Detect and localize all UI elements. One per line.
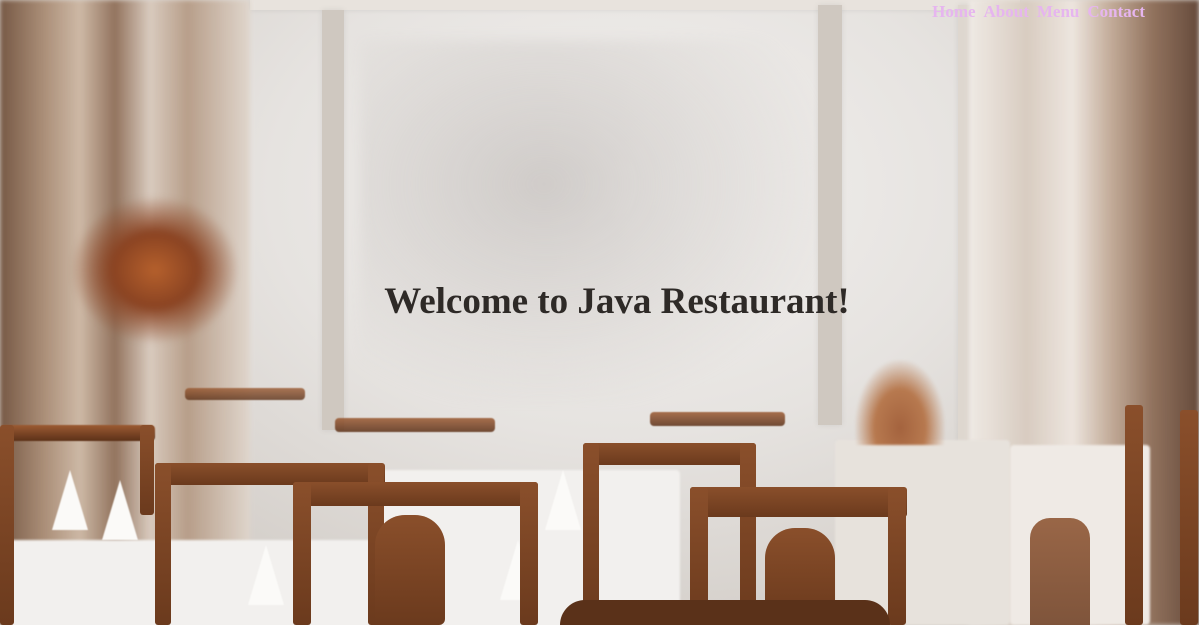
nav-link-menu[interactable]: Menu xyxy=(1037,2,1080,22)
table-right xyxy=(835,440,1010,625)
chair-left-leg xyxy=(0,425,14,625)
chair-right xyxy=(1125,405,1143,625)
napkin xyxy=(52,470,88,530)
napkin xyxy=(545,470,581,530)
chair-splat xyxy=(375,515,445,625)
chair-back xyxy=(185,388,305,400)
nav-link-home[interactable]: Home xyxy=(932,2,975,22)
chair-leg xyxy=(293,482,311,625)
chair-right xyxy=(1180,410,1198,625)
chair-left-leg xyxy=(140,425,154,515)
chair-front-2 xyxy=(293,482,538,506)
chair-front-4 xyxy=(690,487,907,517)
welcome-heading: Welcome to Java Restaurant! xyxy=(384,281,850,322)
chair-front-3 xyxy=(583,443,756,465)
chair-leg xyxy=(583,443,599,625)
hero-section: Home About Menu Contact Welcome to Java … xyxy=(0,0,1199,625)
chair-right-side xyxy=(1030,518,1090,625)
chair-leg xyxy=(888,487,906,625)
chair-leg xyxy=(155,463,171,625)
chair-back xyxy=(650,412,785,426)
window-frame-post-1 xyxy=(322,10,344,430)
napkin xyxy=(102,480,138,540)
table-edge xyxy=(560,600,890,625)
napkin xyxy=(248,545,284,605)
window-frame-top xyxy=(250,0,1020,10)
mountain-shape xyxy=(360,40,820,400)
tagine-pot xyxy=(855,360,945,445)
window-frame-post-2 xyxy=(818,5,842,425)
top-navigation: Home About Menu Contact xyxy=(924,2,1145,22)
table-left xyxy=(10,540,390,625)
nav-link-about[interactable]: About xyxy=(984,2,1029,22)
nav-link-contact[interactable]: Contact xyxy=(1087,2,1145,22)
chair-back xyxy=(0,425,155,441)
chair-leg xyxy=(740,443,756,625)
chair-back xyxy=(335,418,495,432)
chair-leg xyxy=(520,482,538,625)
